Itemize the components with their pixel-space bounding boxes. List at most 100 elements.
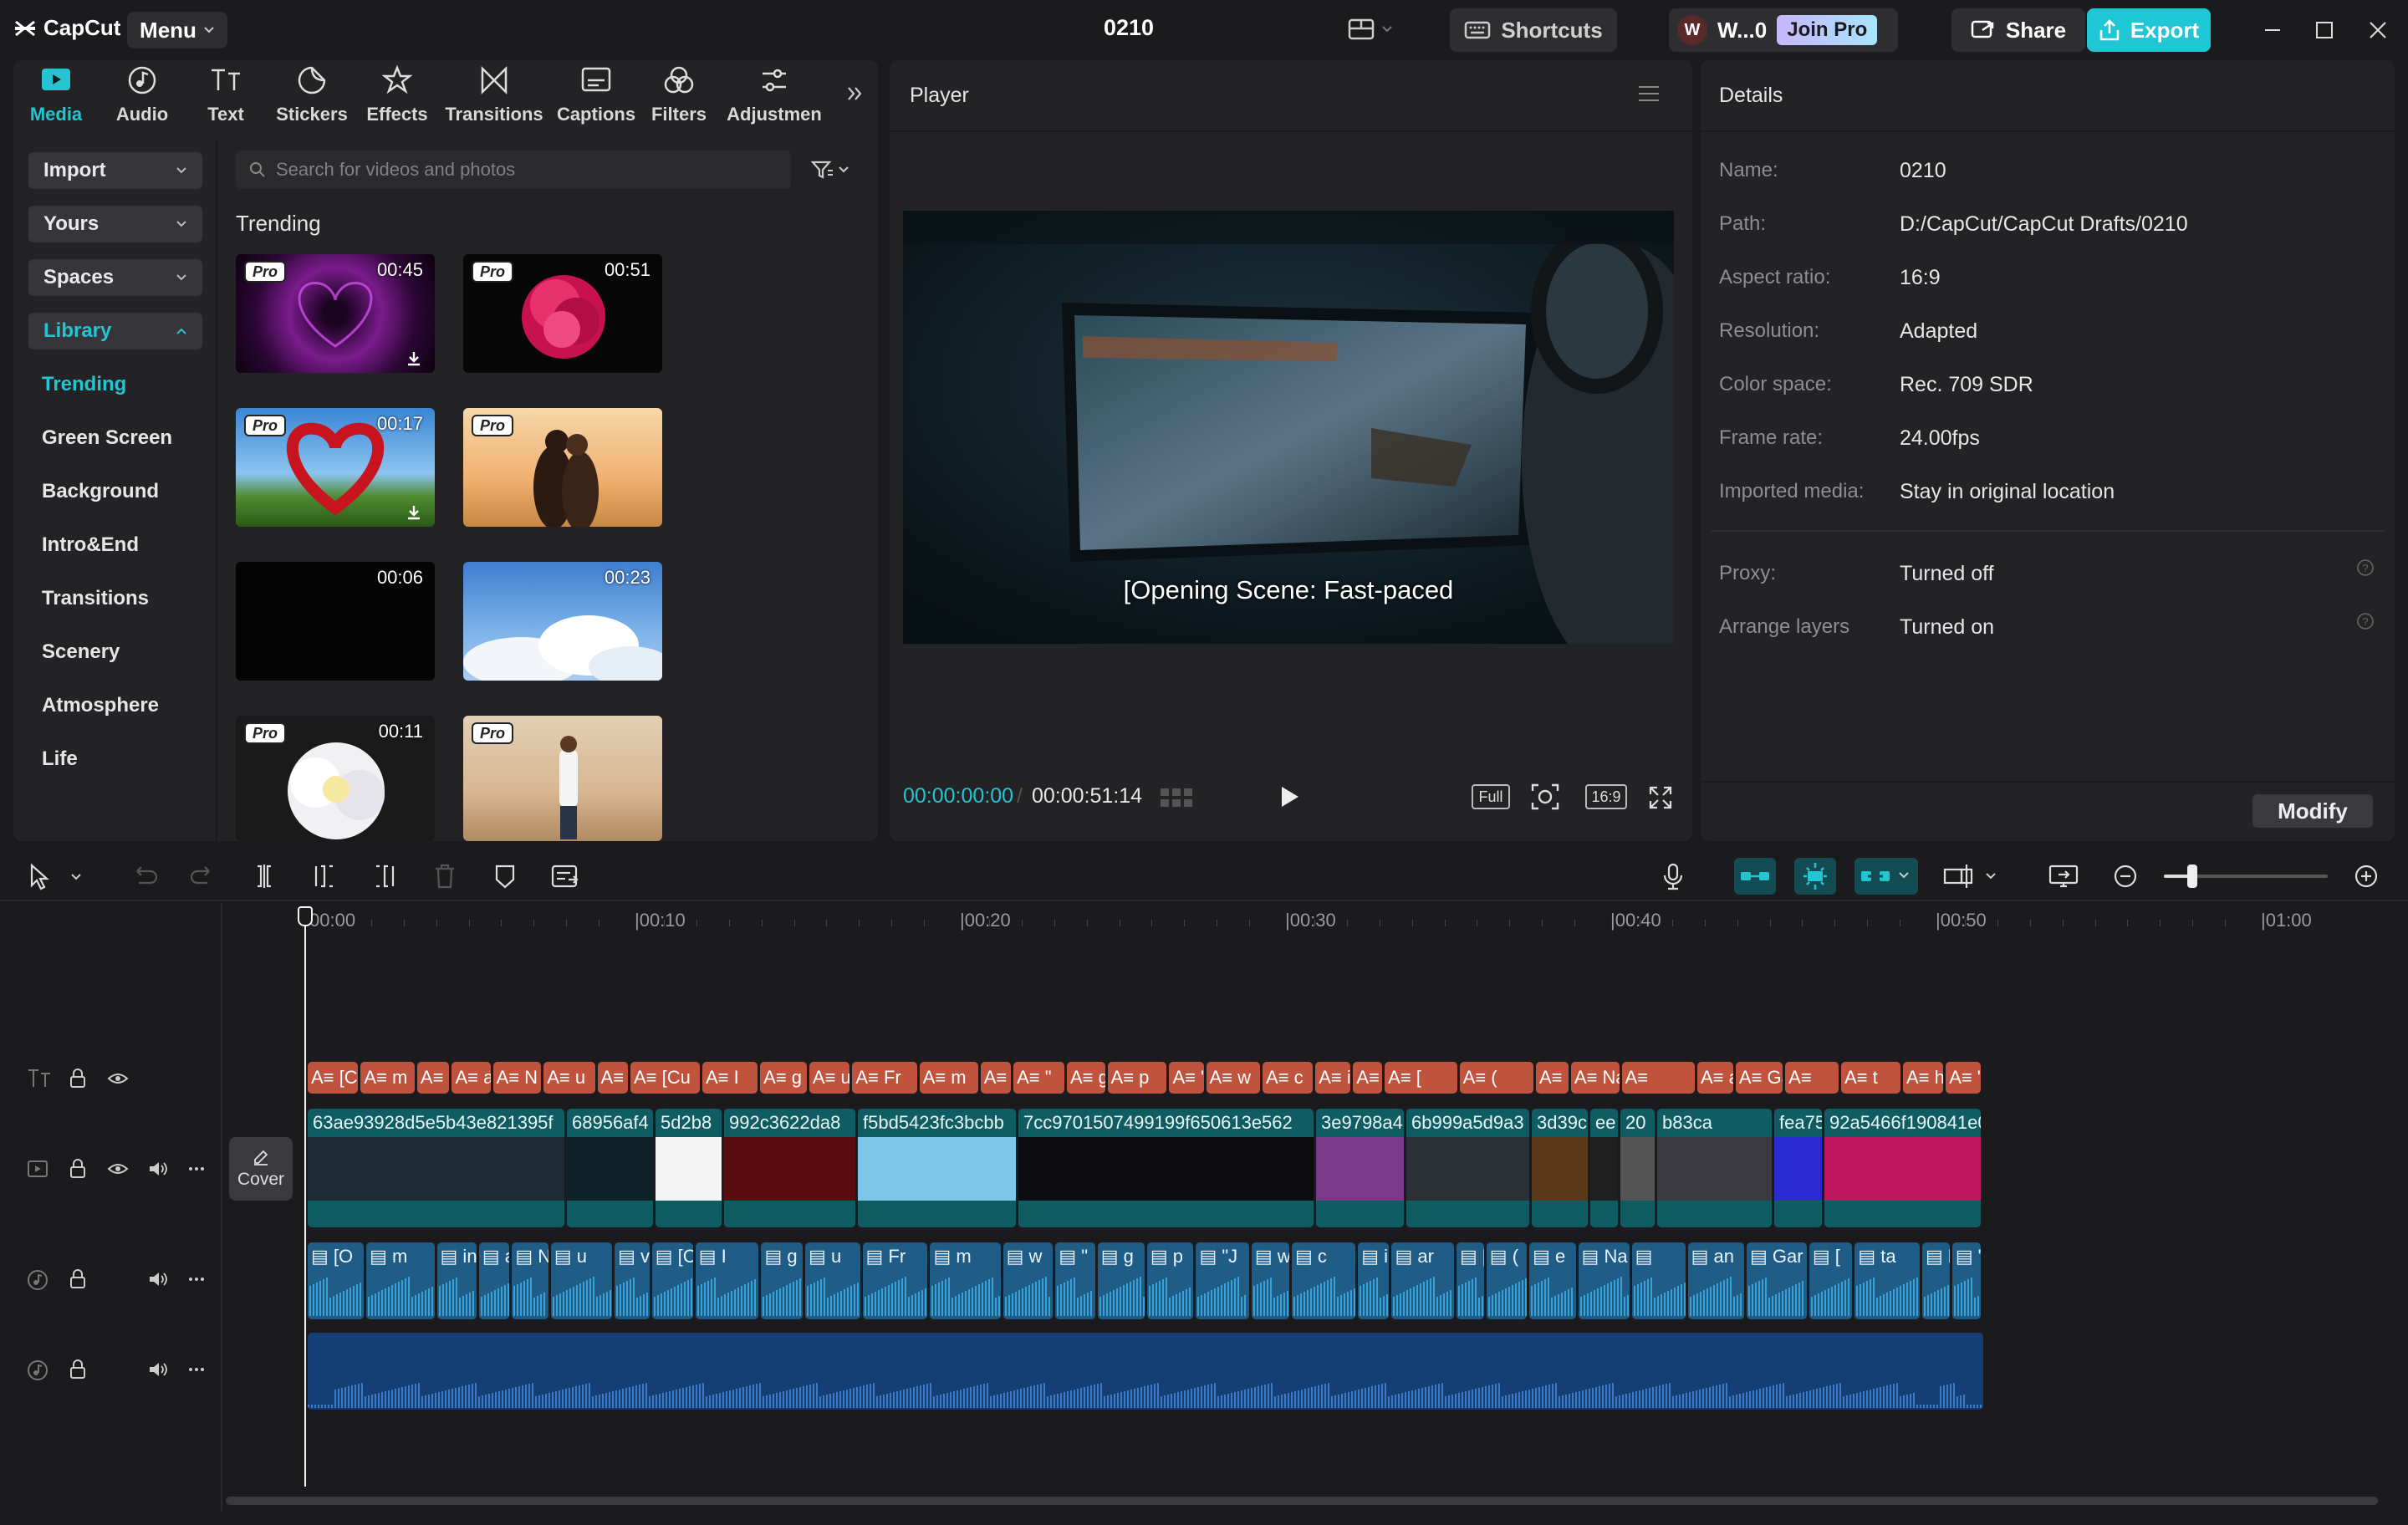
video-clip[interactable]: fea75 [1774, 1109, 1822, 1227]
media-thumbnail[interactable]: Pro [463, 716, 662, 841]
audio-clip[interactable]: ▤ Fr [862, 1242, 928, 1319]
spaces-button[interactable]: Spaces [28, 259, 202, 296]
audio-clip[interactable]: ▤ Gar [1746, 1242, 1807, 1319]
search-input[interactable]: Search for videos and photos [276, 159, 515, 181]
marker-icon[interactable] [492, 863, 518, 890]
split-left-icon[interactable] [311, 863, 338, 890]
zoom-slider-handle[interactable] [2187, 865, 2197, 888]
media-thumbnail[interactable]: 00:06 [236, 562, 435, 681]
audio-clip[interactable]: ▤ "J [1196, 1242, 1249, 1319]
video-clip[interactable]: 3d39c [1532, 1109, 1588, 1227]
proxy-value[interactable]: Turned off [1900, 562, 1994, 586]
tab-filters[interactable]: Filters [637, 65, 721, 125]
library-item-life[interactable]: Life [42, 747, 78, 771]
timeline-preview-icon[interactable] [2048, 863, 2079, 890]
text-clip[interactable]: A≡ I [701, 1062, 758, 1094]
audio-clip[interactable]: ▤ g [1097, 1242, 1145, 1319]
library-item-green-screen[interactable]: Green Screen [42, 426, 172, 450]
tab-effects[interactable]: Effects [355, 65, 439, 125]
share-button[interactable]: Share [1951, 8, 2085, 52]
audio-clip[interactable]: ▤ [O [308, 1242, 365, 1319]
linkage-toggle[interactable] [1854, 858, 1918, 895]
text-clip[interactable]: A≡ [1785, 1062, 1839, 1094]
library-button[interactable]: Library [28, 313, 202, 349]
audio-clip[interactable]: ▤ an [1687, 1242, 1744, 1319]
cover-button[interactable]: Cover [229, 1137, 293, 1201]
text-clip[interactable]: A≡ u [543, 1062, 595, 1094]
text-clip[interactable]: A≡ u [809, 1062, 850, 1094]
audio-clip[interactable]: ▤ p [1146, 1242, 1194, 1319]
audio-clip[interactable]: ▤ w [1002, 1242, 1054, 1319]
media-thumbnail[interactable]: Pro 00:45 [236, 254, 435, 373]
full-quality-button[interactable]: Full [1472, 784, 1510, 809]
media-thumbnail[interactable]: Pro [463, 408, 662, 527]
text-clip[interactable]: A≡ ( [1535, 1062, 1569, 1094]
preview-axis-icon[interactable] [1943, 863, 2002, 890]
text-clip[interactable]: A≡ p [1107, 1062, 1167, 1094]
tab-media[interactable]: Media [14, 65, 98, 125]
filter-icon[interactable] [811, 159, 853, 181]
eye-icon[interactable] [107, 1070, 129, 1087]
text-clip[interactable]: A≡ in [416, 1062, 450, 1094]
microphone-icon[interactable] [1661, 863, 1686, 891]
audio-clip[interactable]: ▤ Na [1578, 1242, 1630, 1319]
text-clip[interactable]: A≡ an [1697, 1062, 1733, 1094]
preview-canvas[interactable]: [Opening Scene: Fast-paced [903, 211, 1674, 644]
more-options-icon[interactable] [187, 1159, 206, 1179]
text-clip[interactable]: A≡ [C [308, 1062, 359, 1094]
audio-clip[interactable]: ▤ ar [1391, 1242, 1454, 1319]
volume-icon[interactable] [147, 1359, 169, 1380]
text-clip[interactable]: A≡ c [1263, 1062, 1314, 1094]
audio-clip[interactable]: ▤ v [615, 1242, 650, 1319]
audio-clip[interactable]: ▤ [Cut [651, 1242, 693, 1319]
timeline-scrollbar[interactable] [226, 1497, 2378, 1505]
video-clip[interactable]: ee [1590, 1109, 1618, 1227]
text-clip[interactable]: A≡ t [1841, 1062, 1900, 1094]
text-clip[interactable]: A≡ w [980, 1062, 1012, 1094]
subtitle-text[interactable]: [Opening Scene: Fast-paced [903, 575, 1674, 605]
video-clip[interactable]: 992c3622da8 [724, 1109, 855, 1227]
media-thumbnail[interactable]: 00:23 [463, 562, 662, 681]
audio-clip[interactable]: ▤ [ [1456, 1242, 1484, 1319]
audio-clip[interactable]: ▤ [ [1809, 1242, 1853, 1319]
audio-clip[interactable]: ▤ e [1529, 1242, 1576, 1319]
lock-icon[interactable] [69, 1069, 87, 1089]
redo-icon[interactable] [189, 863, 216, 890]
audio-clip[interactable]: ▤ w [1251, 1242, 1289, 1319]
project-title[interactable]: 0210 [1079, 15, 1179, 41]
video-clip[interactable]: 6b999a5d9a3 [1406, 1109, 1529, 1227]
playhead-line[interactable] [304, 906, 306, 1487]
play-button[interactable] [1278, 784, 1301, 809]
layout-icon[interactable] [1348, 17, 1395, 43]
text-clip[interactable]: A≡ a [1353, 1062, 1383, 1094]
lock-icon[interactable] [69, 1269, 87, 1289]
audio-clip[interactable]: ▤ ( [1486, 1242, 1528, 1319]
video-clip[interactable]: 7cc9701507499199f650613e562 [1018, 1109, 1314, 1227]
main-track-magnet-toggle[interactable] [1734, 858, 1776, 895]
text-clip[interactable]: A≡ Ga [1735, 1062, 1783, 1094]
tab-captions[interactable]: Captions [549, 65, 643, 125]
audio-clip[interactable]: ▤ in [436, 1242, 477, 1319]
tab-stickers[interactable]: Stickers [270, 65, 354, 125]
audio-clip[interactable]: ▤ u [805, 1242, 860, 1319]
export-button[interactable]: Export [2087, 8, 2211, 52]
library-item-atmosphere[interactable]: Atmosphere [42, 694, 159, 717]
aspect-ratio-button[interactable]: 16:9 [1585, 784, 1627, 809]
shortcuts-button[interactable]: Shortcuts [1450, 8, 1617, 52]
zoom-slider[interactable] [2164, 865, 2328, 888]
media-thumbnail[interactable]: Pro 00:11 [236, 716, 435, 841]
text-clip[interactable]: A≡ [1621, 1062, 1695, 1094]
text-clip[interactable]: A≡ [ [1385, 1062, 1457, 1094]
audio-clip[interactable]: ▤ m [930, 1242, 1001, 1319]
tab-adjustment[interactable]: Adjustmen [724, 65, 824, 125]
text-clip[interactable]: A≡ v [597, 1062, 628, 1094]
arrange-layers-value[interactable]: Turned on [1900, 615, 1994, 640]
split-icon[interactable] [251, 863, 278, 890]
video-clip[interactable]: 68956af4 [567, 1109, 653, 1227]
tab-audio[interactable]: Audio [100, 65, 184, 125]
auto-caption-icon[interactable] [550, 863, 580, 890]
maximize-icon[interactable] [2314, 20, 2334, 40]
audio-clip[interactable]: ▤ g [761, 1242, 804, 1319]
delete-icon[interactable] [431, 863, 458, 890]
library-item-background[interactable]: Background [42, 480, 159, 503]
